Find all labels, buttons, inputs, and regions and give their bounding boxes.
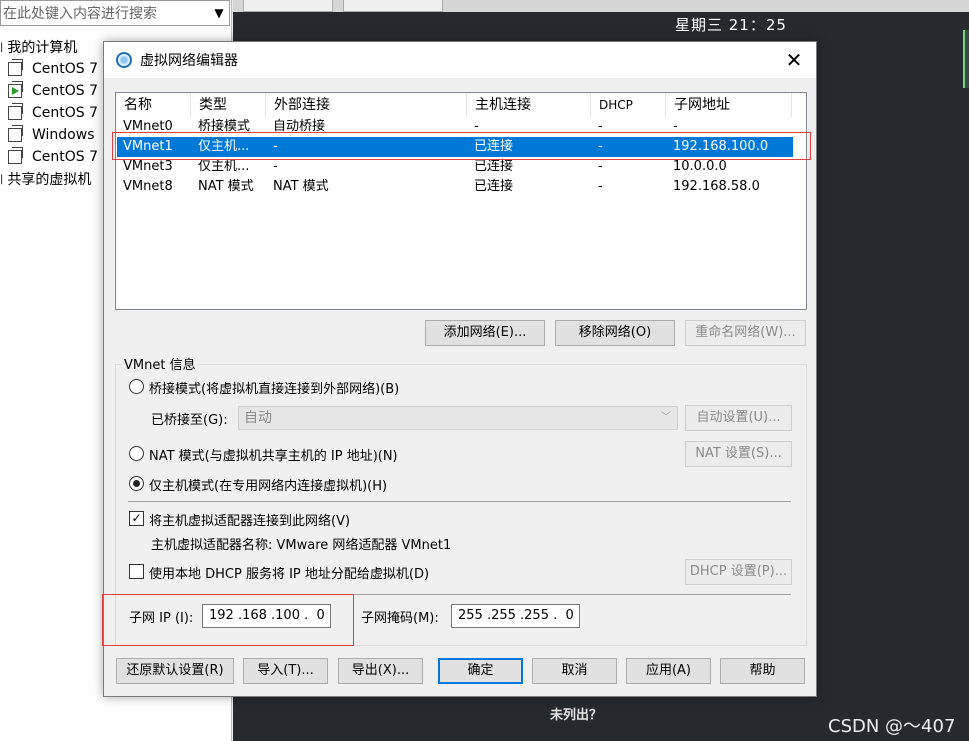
virtual-network-editor-dialog: 虚拟网络编辑器 ✕ 名称 类型 外部连接 主机连接 DHCP 子网地址 VMne… bbox=[102, 41, 817, 697]
cell-dhcp: - bbox=[598, 159, 603, 174]
cell-external: NAT 模式 bbox=[273, 179, 329, 194]
apply-button[interactable]: 应用(A) bbox=[626, 658, 711, 684]
vm-icon bbox=[8, 125, 23, 142]
highlight-box bbox=[102, 594, 354, 646]
bridged-to-select[interactable]: 自动 ﹀ bbox=[238, 406, 678, 430]
vm-icon bbox=[8, 59, 23, 76]
shared-vms-label: 共享的虚拟机 bbox=[7, 172, 92, 188]
import-button[interactable]: 导入(T)... bbox=[243, 658, 328, 684]
host-only-mode-label[interactable]: 仅主机模式(在专用网络内连接虚拟机)(H) bbox=[149, 475, 387, 494]
subnet-mask-field[interactable]: 255 .255 .255 . 0 bbox=[451, 604, 580, 628]
bridged-to-label: 已桥接至(G): bbox=[151, 413, 228, 428]
cell-external: - bbox=[273, 159, 278, 174]
col-host[interactable]: 主机连接 bbox=[467, 93, 591, 117]
dialog-titlebar[interactable]: 虚拟网络编辑器 ✕ bbox=[104, 42, 816, 78]
use-dhcp-checkbox[interactable] bbox=[129, 564, 144, 579]
watermark: CSDN @～407 bbox=[828, 716, 956, 737]
cell-subnet: 10.0.0.0 bbox=[673, 159, 727, 174]
connect-adapter-checkbox[interactable]: ✓ bbox=[129, 511, 144, 526]
chevron-down-icon[interactable]: ▼ bbox=[209, 6, 229, 20]
vm-name: CentOS 7 bbox=[32, 105, 99, 121]
help-button[interactable]: 帮助 bbox=[720, 658, 805, 684]
side-scrollbar[interactable] bbox=[963, 30, 969, 88]
tab-strip bbox=[233, 0, 969, 12]
cancel-button[interactable]: 取消 bbox=[532, 658, 617, 684]
cell-subnet: 192.168.58.0 bbox=[673, 179, 760, 194]
highlight-box bbox=[112, 132, 811, 160]
table-row[interactable]: VMnet8 NAT 模式 NAT 模式 已连接 - 192.168.58.0 bbox=[117, 177, 793, 197]
cell-host: 已连接 bbox=[474, 179, 514, 194]
col-subnet[interactable]: 子网地址 bbox=[666, 93, 792, 117]
library-search[interactable]: 在此处键入内容进行搜索 ▼ bbox=[0, 0, 230, 26]
vm-name: CentOS 7 bbox=[32, 61, 99, 77]
divider bbox=[128, 501, 791, 502]
network-list[interactable]: 名称 类型 外部连接 主机连接 DHCP 子网地址 VMnet0 桥接模式 自动… bbox=[115, 92, 807, 310]
col-dhcp[interactable]: DHCP bbox=[591, 93, 666, 117]
ok-button[interactable]: 确定 bbox=[438, 658, 523, 684]
adapter-name-label: 主机虚拟适配器名称: VMware 网络适配器 VMnet1 bbox=[151, 538, 452, 553]
rename-network-button[interactable]: 重命名网络(W)... bbox=[685, 320, 806, 346]
cell-name: VMnet8 bbox=[123, 179, 173, 194]
auto-settings-button[interactable]: 自动设置(U)... bbox=[685, 405, 792, 431]
vm-running-icon bbox=[8, 81, 23, 98]
cell-dhcp: - bbox=[598, 179, 603, 194]
connect-adapter-label[interactable]: 将主机虚拟适配器连接到此网络(V) bbox=[149, 510, 350, 529]
cell-type: 仅主机... bbox=[198, 159, 250, 174]
remove-network-button[interactable]: 移除网络(O) bbox=[555, 320, 675, 346]
dhcp-settings-button[interactable]: DHCP 设置(P)... bbox=[685, 559, 792, 585]
bridged-mode-radio[interactable] bbox=[129, 379, 144, 394]
col-type[interactable]: 类型 bbox=[191, 93, 266, 117]
nat-mode-label[interactable]: NAT 模式(与虚拟机共享主机的 IP 地址)(N) bbox=[149, 445, 398, 464]
vm-name: CentOS 7 bbox=[32, 83, 99, 99]
dialog-title: 虚拟网络编辑器 bbox=[140, 53, 238, 69]
vm-name: CentOS 7 bbox=[32, 149, 99, 165]
bridged-mode-label[interactable]: 桥接模式(将虚拟机直接连接到外部网络)(B) bbox=[149, 378, 399, 397]
tab-vm[interactable] bbox=[343, 0, 443, 12]
host-only-mode-radio[interactable] bbox=[129, 476, 144, 491]
restore-defaults-button[interactable]: 还原默认设置(R) bbox=[116, 658, 234, 684]
export-button[interactable]: 导出(X)... bbox=[338, 658, 423, 684]
bridged-to-value: 自动 bbox=[244, 410, 272, 426]
network-globe-icon bbox=[116, 52, 132, 68]
my-computer-label: 我的计算机 bbox=[7, 40, 78, 56]
vm-icon bbox=[8, 147, 23, 164]
chevron-down-icon: ﹀ bbox=[661, 412, 671, 423]
cell-name: VMnet3 bbox=[123, 159, 173, 174]
nat-mode-radio[interactable] bbox=[129, 446, 144, 461]
vm-icon bbox=[8, 103, 23, 120]
vmnet-info-title: VMnet 信息 bbox=[122, 354, 198, 373]
search-input[interactable]: 在此处键入内容进行搜索 bbox=[1, 3, 209, 23]
cell-type: NAT 模式 bbox=[198, 179, 254, 194]
close-icon[interactable]: ✕ bbox=[782, 48, 806, 72]
nat-settings-button[interactable]: NAT 设置(S)... bbox=[685, 441, 792, 467]
subnet-mask-label: 子网掩码(M): bbox=[361, 611, 439, 626]
use-dhcp-label[interactable]: 使用本地 DHCP 服务将 IP 地址分配给虚拟机(D) bbox=[149, 563, 429, 582]
add-network-button[interactable]: 添加网络(E)... bbox=[425, 320, 545, 346]
not-listed-link[interactable]: 未列出？ bbox=[550, 704, 602, 723]
col-external[interactable]: 外部连接 bbox=[266, 93, 467, 117]
cell-host: 已连接 bbox=[474, 159, 514, 174]
table-row[interactable]: VMnet3 仅主机... - 已连接 - 10.0.0.0 bbox=[117, 157, 793, 177]
console-clock: 星期三 21：25 bbox=[675, 16, 787, 34]
vm-name: Windows bbox=[32, 127, 95, 143]
col-name[interactable]: 名称 bbox=[116, 93, 191, 117]
tab-home[interactable] bbox=[243, 0, 333, 12]
